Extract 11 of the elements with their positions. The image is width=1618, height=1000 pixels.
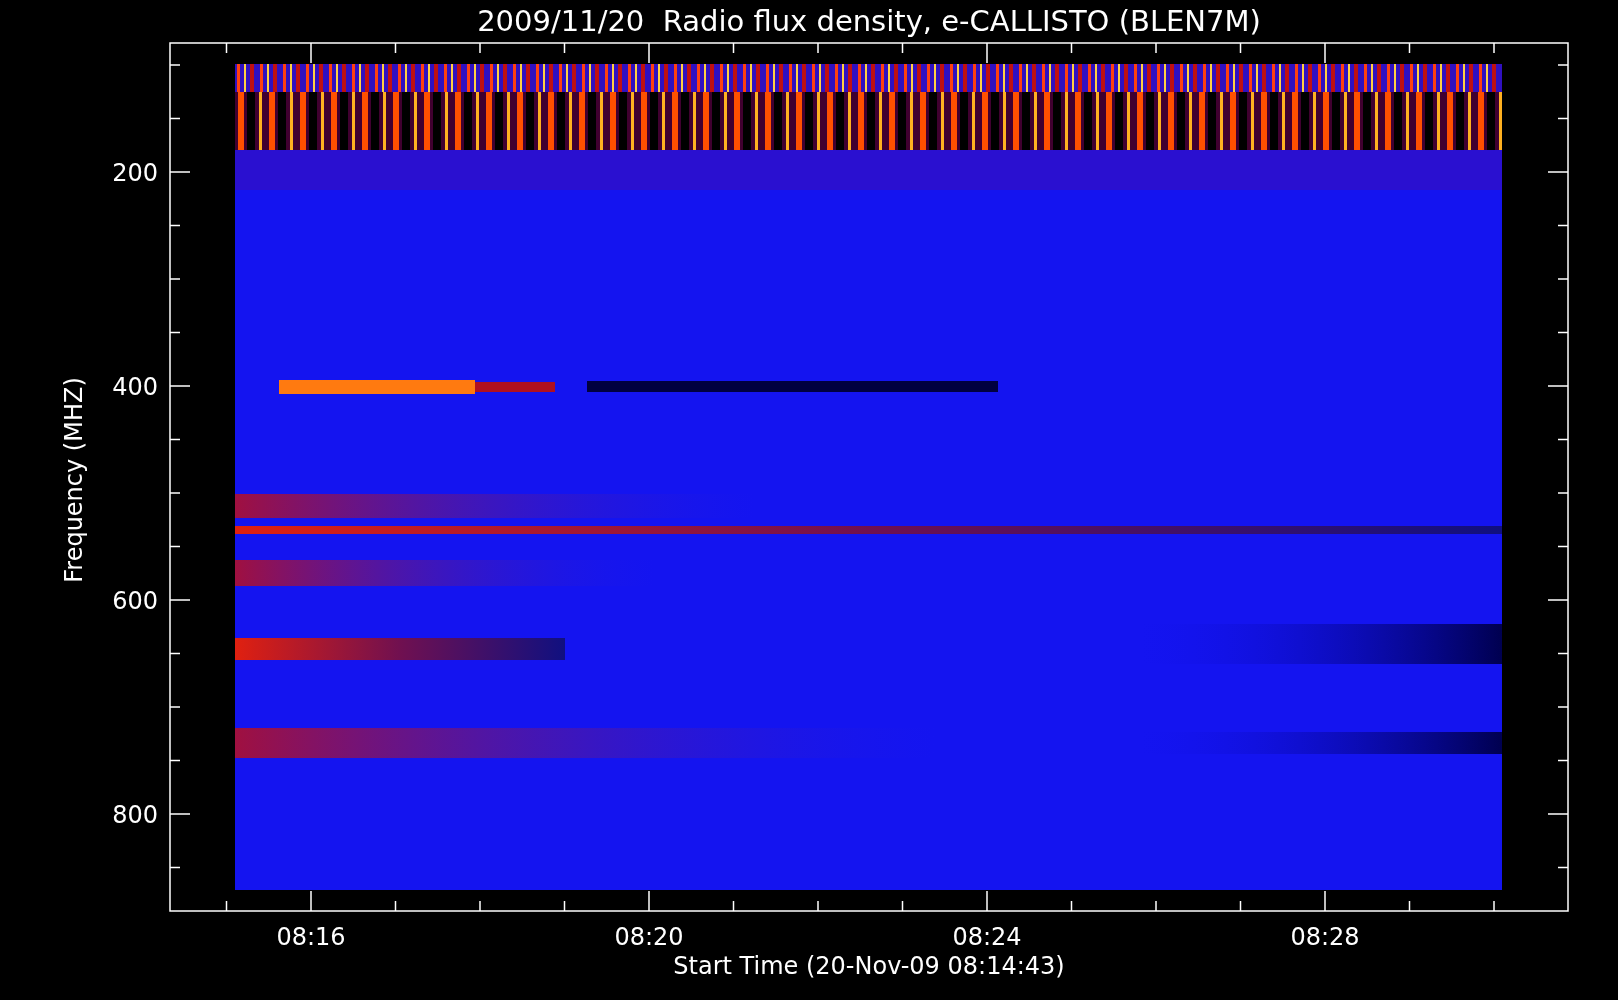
- y-tick-label: 400: [112, 373, 158, 401]
- chart-title: 2009/11/20 Radio flux density, e-CALLISTO (BLEN7M): [477, 4, 1261, 38]
- x-axis-label: Start Time (20-Nov-09 08:14:43): [673, 952, 1065, 980]
- y-tick-label: 800: [112, 801, 158, 829]
- x-tick-label: 08:16: [276, 923, 346, 951]
- x-tick-label: 08:20: [614, 923, 684, 951]
- y-tick-label: 600: [112, 587, 158, 615]
- x-tick-label: 08:24: [952, 923, 1022, 951]
- x-tick-label: 08:28: [1290, 923, 1360, 951]
- y-tick-label: 200: [112, 159, 158, 187]
- y-axis-label: Frequency (MHZ): [60, 377, 88, 583]
